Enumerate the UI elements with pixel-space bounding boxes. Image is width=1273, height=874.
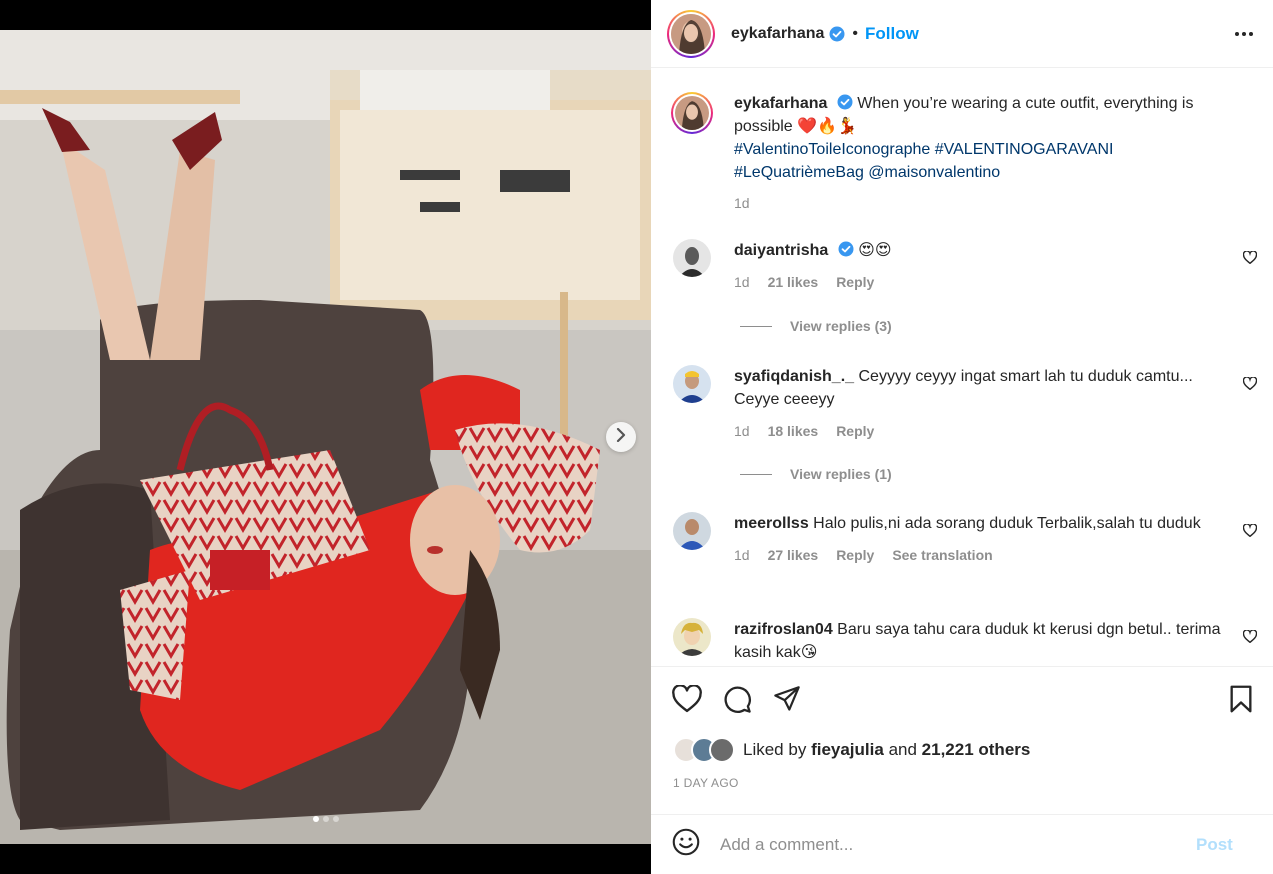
author-username[interactable]: eykafarhana bbox=[731, 25, 824, 43]
post-media[interactable] bbox=[0, 0, 651, 874]
liked-by-and: and bbox=[888, 740, 917, 759]
carousel-indicator bbox=[0, 816, 651, 822]
reply-button[interactable]: Reply bbox=[836, 544, 874, 567]
comment-username[interactable]: daiyantrisha bbox=[734, 242, 828, 259]
likes-summary[interactable]: Liked by fieyajulia and 21,221 others bbox=[673, 737, 1030, 763]
caption-emojis: ❤️🔥💃 bbox=[797, 118, 857, 135]
caption-avatar[interactable] bbox=[671, 92, 713, 134]
comment-like-heart-icon[interactable] bbox=[1242, 523, 1258, 542]
chevron-right-icon bbox=[615, 427, 627, 447]
caption-time[interactable]: 1d bbox=[734, 192, 750, 215]
post-comment-button[interactable]: Post bbox=[1196, 835, 1233, 855]
commenter-avatar[interactable] bbox=[673, 512, 711, 550]
view-replies-button[interactable]: View replies (1) bbox=[740, 466, 892, 482]
author-avatar[interactable] bbox=[667, 9, 715, 58]
comment-like-heart-icon[interactable] bbox=[1242, 629, 1258, 648]
commenter-avatar[interactable] bbox=[673, 365, 711, 403]
emoji-icon[interactable] bbox=[672, 828, 700, 861]
verified-badge-icon bbox=[837, 94, 853, 110]
verified-badge-icon bbox=[838, 241, 854, 257]
likes-count[interactable]: 21,221 others bbox=[922, 740, 1031, 760]
share-icon[interactable] bbox=[773, 685, 801, 718]
carousel-dot bbox=[322, 816, 329, 822]
liked-by-avatars bbox=[673, 737, 739, 763]
post-details-panel: eykafarhana • Follow eykafarhana When yo… bbox=[651, 0, 1273, 874]
liked-by-user[interactable]: fieyajulia bbox=[811, 740, 884, 760]
verified-badge-icon bbox=[829, 26, 845, 42]
caption-hashtags-line2[interactable]: #LeQuatrièmeBag @maisonvalentino bbox=[734, 164, 1000, 181]
comment-time[interactable]: 1d bbox=[734, 544, 750, 567]
view-replies-button[interactable]: View replies (3) bbox=[740, 318, 892, 334]
comments-list[interactable]: eykafarhana When you’re wearing a cute o… bbox=[651, 72, 1273, 666]
liker-avatar bbox=[709, 737, 735, 763]
comment-username[interactable]: syafiqdanish_._ bbox=[734, 368, 854, 385]
commenter-avatar[interactable] bbox=[673, 618, 711, 656]
comment-username[interactable]: razifroslan04 bbox=[734, 621, 833, 638]
comment-likes[interactable]: 27 likes bbox=[768, 544, 819, 567]
reply-button[interactable]: Reply bbox=[836, 271, 874, 294]
post-timestamp[interactable]: 1 DAY AGO bbox=[673, 776, 739, 790]
carousel-dot bbox=[312, 816, 319, 822]
header-separator: • bbox=[852, 24, 858, 42]
caption-username[interactable]: eykafarhana bbox=[734, 95, 827, 112]
post-action-bar bbox=[651, 666, 1273, 736]
add-comment-bar: Post bbox=[651, 814, 1273, 874]
post-photo bbox=[0, 30, 651, 844]
comment-text: Halo pulis,ni ada sorang duduk Terbalik,… bbox=[813, 515, 1201, 532]
comment-username[interactable]: meerollss bbox=[734, 515, 809, 532]
comment-like-heart-icon[interactable] bbox=[1242, 250, 1258, 269]
carousel-next-button[interactable] bbox=[606, 422, 636, 452]
reply-button[interactable]: Reply bbox=[836, 420, 874, 443]
comment-text: 😍😍 bbox=[858, 242, 892, 259]
comment-time[interactable]: 1d bbox=[734, 420, 750, 443]
commenter-avatar[interactable] bbox=[673, 239, 711, 277]
bookmark-icon[interactable] bbox=[1228, 685, 1254, 718]
comment-like-heart-icon[interactable] bbox=[1242, 376, 1258, 395]
follow-button[interactable]: Follow bbox=[865, 24, 919, 44]
comment-time[interactable]: 1d bbox=[734, 271, 750, 294]
comment-likes[interactable]: 18 likes bbox=[768, 420, 819, 443]
post-header: eykafarhana • Follow bbox=[651, 0, 1273, 68]
carousel-dot bbox=[332, 816, 339, 822]
see-translation-button[interactable]: See translation bbox=[892, 544, 992, 567]
liked-by-prefix: Liked by bbox=[743, 740, 807, 759]
comment-input[interactable] bbox=[720, 834, 1190, 855]
caption-hashtags-line1[interactable]: #ValentinoToileIconographe #VALENTINOGAR… bbox=[734, 141, 1113, 158]
heart-icon[interactable] bbox=[672, 684, 702, 718]
more-options-icon[interactable] bbox=[1231, 26, 1257, 42]
comment-likes[interactable]: 21 likes bbox=[768, 271, 819, 294]
comment-icon[interactable] bbox=[723, 685, 752, 719]
